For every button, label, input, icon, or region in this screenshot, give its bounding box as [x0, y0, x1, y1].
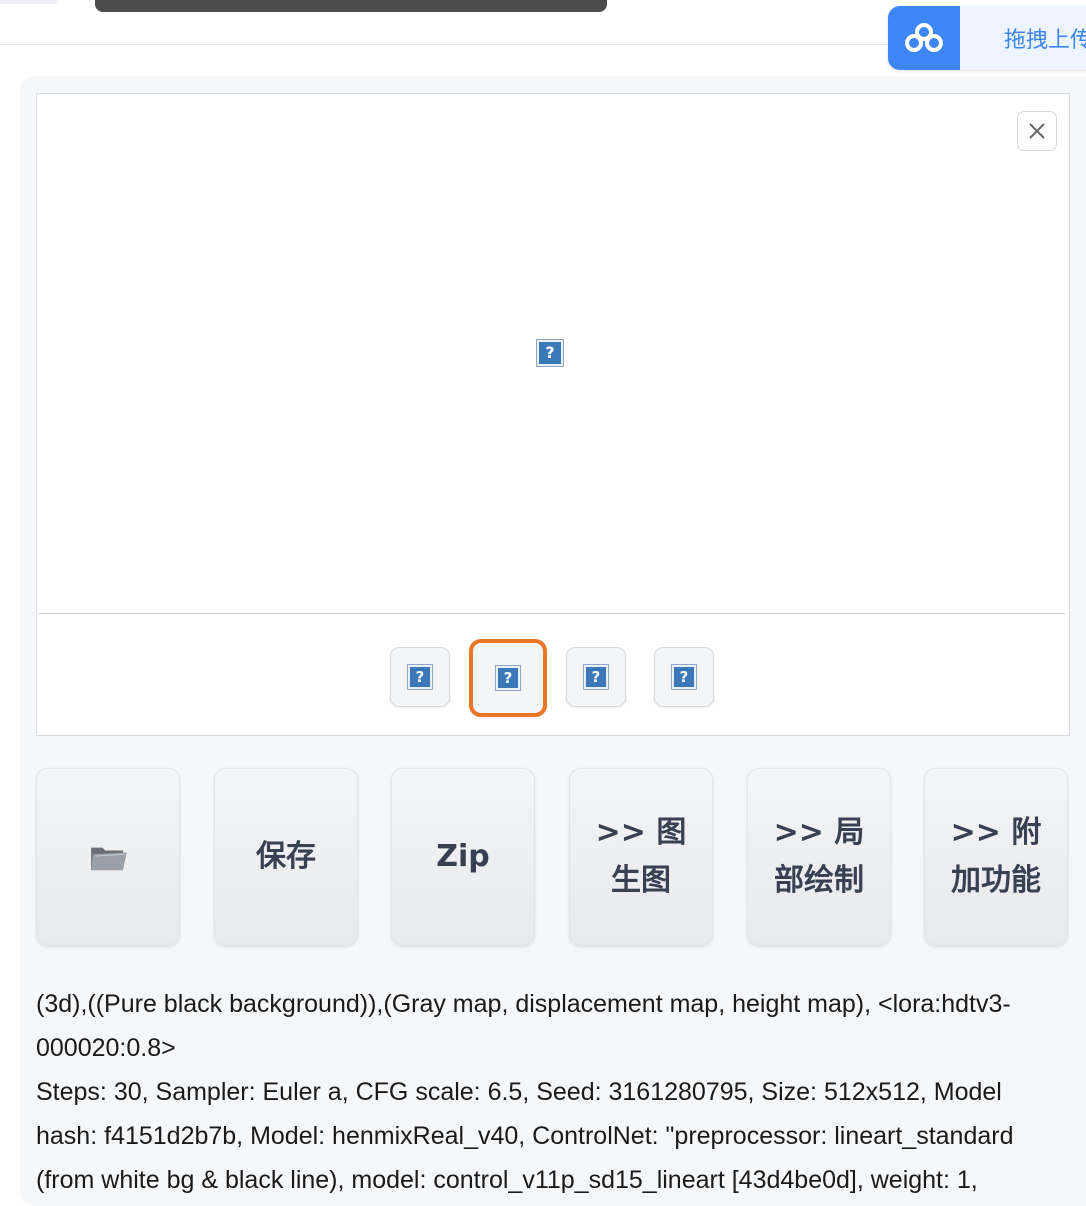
- broken-image-icon: ?: [583, 664, 609, 690]
- close-icon: [1029, 123, 1045, 139]
- prompt-text: (3d),((Pure black background)),(Gray map…: [36, 990, 1011, 1062]
- send-to-extras-button[interactable]: >> 附加功能: [924, 768, 1068, 946]
- send-to-img2img-button[interactable]: >> 图生图: [569, 768, 713, 946]
- broken-image-glyph: ?: [410, 667, 430, 687]
- broken-image-glyph: ?: [539, 342, 561, 364]
- image-viewer[interactable]: ?: [39, 95, 1065, 614]
- top-dark-bar: [95, 0, 607, 12]
- close-button[interactable]: [1017, 111, 1057, 151]
- top-left-tab: [0, 0, 58, 4]
- inpaint-button-label: >> 局部绘制: [773, 815, 865, 898]
- thumbnail-1[interactable]: ?: [390, 647, 450, 707]
- broken-image-glyph: ?: [586, 667, 606, 687]
- image-gallery: ? ? ? ? ?: [36, 93, 1070, 736]
- generation-info: (3d),((Pure black background)),(Gray map…: [36, 982, 1066, 1202]
- broken-image-icon: ?: [536, 339, 564, 367]
- upload-label: 拖拽上传: [1004, 28, 1086, 53]
- params-text: Steps: 30, Sampler: Euler a, CFG scale: …: [36, 1078, 1021, 1194]
- thumbnail-2[interactable]: ?: [469, 639, 547, 717]
- zip-button[interactable]: Zip: [391, 768, 535, 946]
- save-button-label: 保存: [256, 839, 316, 874]
- send-to-inpaint-button[interactable]: >> 局部绘制: [747, 768, 891, 946]
- folder-icon: [91, 847, 127, 871]
- broken-image-glyph: ?: [674, 667, 694, 687]
- upload-widget[interactable]: 拖拽上传: [888, 6, 1086, 70]
- save-button[interactable]: 保存: [214, 768, 358, 946]
- thumbnail-3[interactable]: ?: [566, 647, 626, 707]
- extras-button-label: >> 附加功能: [950, 815, 1042, 898]
- img2img-button-label: >> 图生图: [595, 815, 687, 898]
- broken-image-icon: ?: [671, 664, 697, 690]
- open-folder-button[interactable]: [36, 768, 180, 946]
- broken-image-icon: ?: [407, 664, 433, 690]
- broken-image-icon: ?: [495, 665, 521, 691]
- thumbnail-4[interactable]: ?: [654, 647, 714, 707]
- zip-button-label: Zip: [436, 839, 490, 874]
- cloud-icon: [888, 6, 960, 70]
- broken-image-glyph: ?: [498, 668, 518, 688]
